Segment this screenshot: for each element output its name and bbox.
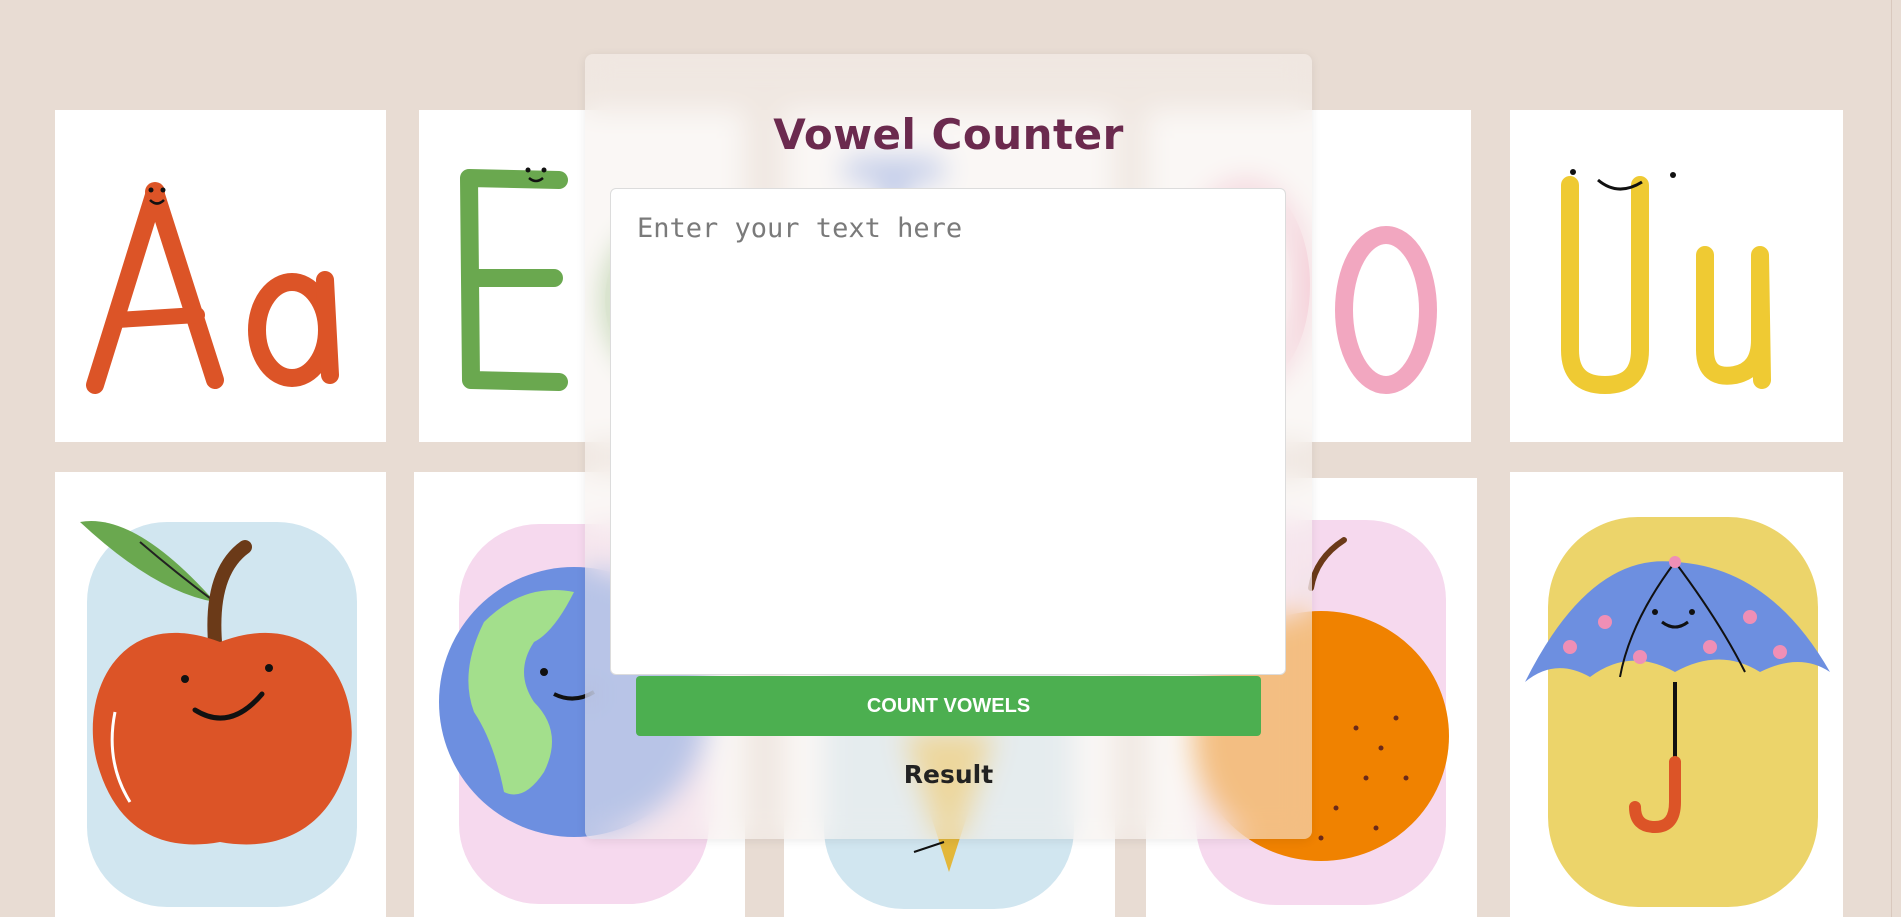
letter-card-u — [1510, 110, 1843, 442]
letter-card-a — [55, 110, 386, 442]
picture-card-umbrella — [1510, 472, 1843, 917]
result-label: Result — [903, 760, 994, 789]
vowel-counter-panel: Vowel Counter Count Vowels Result — [585, 54, 1312, 839]
text-input[interactable] — [610, 188, 1286, 675]
letter-a-icon — [86, 182, 339, 394]
letter-u-icon — [1561, 169, 1771, 395]
apple-icon — [80, 521, 357, 907]
count-vowels-button[interactable]: Count Vowels — [636, 676, 1261, 736]
umbrella-icon — [1525, 517, 1830, 907]
page-title: Vowel Counter — [773, 110, 1124, 159]
page-scrollbar[interactable] — [1883, 0, 1901, 917]
picture-card-apple — [55, 472, 386, 917]
